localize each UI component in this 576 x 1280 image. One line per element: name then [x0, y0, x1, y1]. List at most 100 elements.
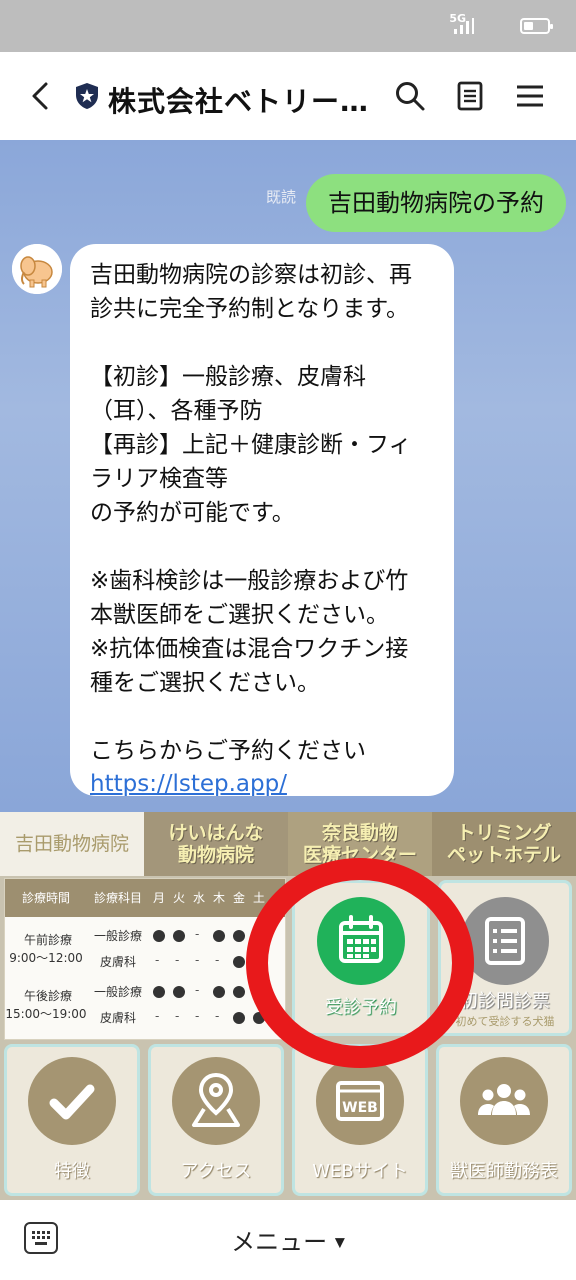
vet-schedule-button[interactable]: 獣医師勤務表	[436, 1044, 572, 1196]
message-line: 【初診】一般診療、皮膚科	[90, 364, 366, 390]
slot-dot	[213, 986, 225, 998]
tab-label-line: トリミング	[456, 822, 552, 844]
menu-icon[interactable]	[514, 80, 546, 112]
slot-dot	[173, 930, 185, 942]
slot-dash: -	[155, 953, 160, 967]
slot-dot	[153, 930, 165, 942]
message-line: ※抗体価検査は混合ワクチン接	[90, 636, 409, 662]
web-badge: WEB	[342, 1100, 378, 1116]
back-chevron-icon[interactable]	[26, 80, 56, 112]
message-line: の予約が可能です。	[90, 500, 295, 526]
message-line: ラリア検査等	[90, 466, 228, 492]
pm-general: 一般診療	[93, 985, 142, 999]
slot-dash: -	[215, 1009, 220, 1023]
day-wed: 水	[192, 891, 205, 905]
slot-dash: -	[195, 983, 200, 997]
website-label: WEBサイト	[312, 1161, 408, 1182]
chat-header: 株式会社ベトリー…	[0, 52, 576, 140]
tab-label-line: ペットホテル	[446, 844, 561, 866]
day-fri: 金	[232, 891, 245, 905]
map-pin-icon	[192, 1072, 240, 1127]
questionnaire-circle	[461, 897, 549, 985]
features-button[interactable]: 特徴	[4, 1044, 140, 1196]
schedule-table: 診療時間 診療科目 月 火 水 木 金 土 午前診療 9:00～12:00 一般…	[4, 878, 286, 1040]
message-line: 吉田動物病院の診察は初診、再	[90, 262, 412, 288]
message-line: （耳）、各種予防	[90, 398, 263, 424]
slot-dot	[233, 956, 245, 968]
notes-icon[interactable]	[454, 80, 486, 112]
message-line: 診共に完全予約制となります。	[90, 296, 410, 322]
tab-label-line: 吉田動物病院	[14, 833, 129, 855]
vet-circle	[460, 1057, 548, 1145]
avatar[interactable]	[12, 244, 62, 294]
header-dept: 診療科目	[93, 891, 142, 905]
battery-icon	[520, 18, 553, 34]
access-circle	[172, 1057, 260, 1145]
pm-derm: 皮膚科	[99, 1011, 136, 1025]
message-line: ※歯科検診は一般診療および竹	[90, 568, 409, 594]
message-line: こちらからご予約ください	[90, 738, 366, 764]
sent-message-bubble[interactable]: 吉田動物病院の予約	[306, 174, 566, 232]
people-icon	[478, 1084, 530, 1115]
status-bar: 5G	[0, 0, 576, 52]
slot-dash: -	[215, 953, 220, 967]
slot-dash: -	[175, 953, 180, 967]
slot-dash: -	[175, 1009, 180, 1023]
read-receipt: 既読	[266, 188, 297, 206]
tab-label-line: 奈良動物	[321, 822, 398, 844]
signal-icon	[454, 18, 474, 34]
day-tue: 火	[172, 891, 185, 905]
search-icon[interactable]	[394, 80, 426, 112]
am-derm: 皮膚科	[99, 955, 136, 969]
slot-dot	[233, 930, 245, 942]
tab-label-line: 動物病院	[177, 844, 254, 866]
slot-dot	[233, 986, 245, 998]
slot-dot	[233, 1012, 245, 1024]
message-line: 本獣医師をご選択ください。	[90, 602, 389, 628]
tab-keihanna[interactable]: けいはんな 動物病院	[144, 812, 288, 876]
pm-time: 15:00～19:00	[5, 1007, 87, 1021]
menu-toggle[interactable]: メニュー ▼	[0, 1222, 576, 1257]
chat-title: 株式会社ベトリー…	[108, 85, 370, 118]
bottom-bar: メニュー ▼	[0, 1200, 576, 1280]
am-label: 午前診療	[23, 933, 72, 947]
questionnaire-sub: 初めて受診する犬猫	[455, 1015, 555, 1028]
elephant-icon	[12, 244, 62, 294]
message-line: 【再診】上記＋健康診断・フィ	[90, 432, 412, 458]
features-circle	[28, 1057, 116, 1145]
slot-dash: -	[155, 1009, 160, 1023]
slot-dot	[173, 986, 185, 998]
tab-yoshida[interactable]: 吉田動物病院	[0, 812, 144, 876]
slot-dot	[153, 986, 165, 998]
list-icon	[485, 917, 525, 965]
menu-label: メニュー	[231, 1228, 328, 1256]
am-time: 9:00～12:00	[9, 951, 83, 965]
caret-down-icon: ▼	[334, 1235, 345, 1251]
slot-dash: -	[195, 927, 200, 941]
message-line: 種をご選択ください。	[90, 670, 320, 696]
browser-icon: WEB	[336, 1081, 384, 1121]
reservation-link[interactable]: https://lstep.app/	[90, 768, 434, 800]
check-icon	[49, 1084, 95, 1120]
slot-dash: -	[195, 1009, 200, 1023]
vet-schedule-label: 獣医師勤務表	[450, 1161, 558, 1182]
am-general: 一般診療	[93, 929, 142, 943]
access-button[interactable]: アクセス	[148, 1044, 284, 1196]
shield-star-icon	[76, 83, 98, 109]
slot-dash: -	[195, 953, 200, 967]
received-message-bubble[interactable]: 吉田動物病院の診察は初診、再 診共に完全予約制となります。 【初診】一般診療、皮膚科…	[70, 244, 454, 797]
schedule-header: 診療時間 診療科目 月 火 水 木 金 土	[5, 879, 285, 917]
slot-dot	[213, 930, 225, 942]
highlight-circle	[246, 858, 474, 1068]
web-circle: WEB	[316, 1057, 404, 1145]
tab-label-line: けいはんな	[168, 822, 264, 844]
header-time: 診療時間	[21, 891, 70, 905]
day-thu: 木	[212, 891, 225, 905]
chat-area[interactable]: 既読 吉田動物病院の予約 吉田動物病院の診察は初診、再 診共に完全予約制となります…	[0, 140, 576, 812]
tab-trimming[interactable]: トリミング ペットホテル	[432, 812, 576, 876]
pm-label: 午後診療	[23, 989, 72, 1003]
access-label: アクセス	[180, 1161, 252, 1182]
